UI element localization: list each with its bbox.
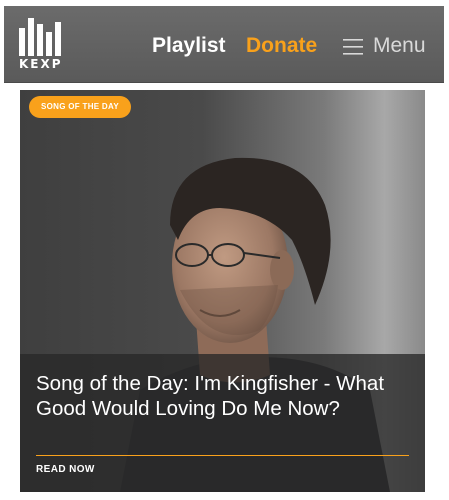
kexp-logo[interactable]: KEXP (19, 18, 61, 74)
song-of-the-day-card[interactable]: SONG OF THE DAY Song of the Day: I'm Kin… (20, 90, 425, 492)
logo-bars-icon (19, 18, 61, 56)
read-now-link[interactable]: READ NOW (36, 464, 95, 475)
card-divider (36, 455, 409, 456)
hamburger-menu-icon (343, 39, 363, 55)
song-of-the-day-badge: SONG OF THE DAY (29, 96, 131, 118)
nav-playlist-link[interactable]: Playlist (152, 34, 226, 58)
nav-donate-link[interactable]: Donate (246, 34, 317, 58)
menu-label: Menu (373, 34, 426, 57)
site-header: KEXP Playlist Donate Menu (4, 6, 444, 83)
page: KEXP Playlist Donate Menu SONG OF THE DA… (0, 0, 449, 500)
logo-text: KEXP (19, 57, 63, 71)
card-title[interactable]: Song of the Day: I'm Kingfisher - What G… (36, 371, 408, 421)
